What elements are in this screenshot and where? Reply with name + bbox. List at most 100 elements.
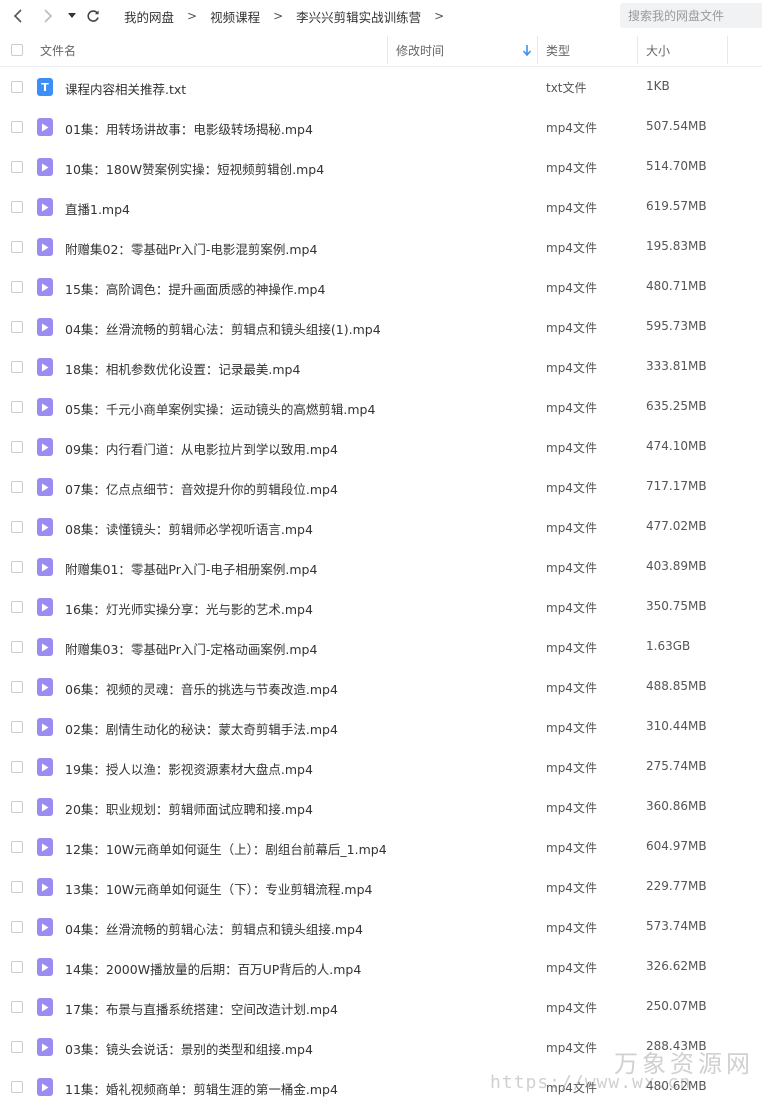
row-checkbox[interactable] (11, 321, 23, 333)
row-checkbox[interactable] (11, 441, 23, 453)
column-header-type[interactable]: 类型 (546, 34, 570, 66)
row-checkbox[interactable] (11, 241, 23, 253)
file-name[interactable]: 04集：丝滑流畅的剪辑心法：剪辑点和镜头组接.mp4 (65, 919, 363, 938)
file-name[interactable]: 直播1.mp4 (65, 199, 130, 218)
row-checkbox[interactable] (11, 1041, 23, 1053)
file-name[interactable]: 15集：高阶调色：提升画面质感的神操作.mp4 (65, 279, 325, 298)
column-divider[interactable] (727, 36, 728, 64)
file-name[interactable]: 07集：亿点点细节：音效提升你的剪辑段位.mp4 (65, 479, 338, 498)
file-name[interactable]: 附赠集01：零基础Pr入门-电子相册案例.mp4 (65, 559, 317, 578)
file-row[interactable]: 附赠集02：零基础Pr入门-电影混剪案例.mp4 mp4文件 195.83MB (0, 227, 762, 267)
column-header-name[interactable]: 文件名 (40, 34, 76, 66)
file-row[interactable]: 直播1.mp4 mp4文件 619.57MB (0, 187, 762, 227)
row-checkbox[interactable] (11, 961, 23, 973)
file-size: 1KB (646, 79, 670, 93)
column-header-modified[interactable]: 修改时间 (396, 34, 444, 66)
column-divider[interactable] (387, 36, 388, 64)
file-name[interactable]: 02集：剧情生动化的秘诀：蒙太奇剪辑手法.mp4 (65, 719, 338, 738)
file-row[interactable]: T 课程内容相关推荐.txt txt文件 1KB (0, 67, 762, 107)
row-checkbox[interactable] (11, 881, 23, 893)
select-all-checkbox[interactable] (11, 44, 23, 56)
back-icon[interactable] (10, 6, 26, 26)
row-checkbox[interactable] (11, 281, 23, 293)
file-row[interactable]: 16集：灯光师实操分享：光与影的艺术.mp4 mp4文件 350.75MB (0, 587, 762, 627)
row-checkbox[interactable] (11, 401, 23, 413)
file-name[interactable]: 20集：职业规划：剪辑师面试应聘和接.mp4 (65, 799, 313, 818)
breadcrumb-item-my-drive[interactable]: 我的网盘 (124, 7, 174, 26)
file-name[interactable]: 课程内容相关推荐.txt (65, 79, 186, 98)
file-row[interactable]: 10集：180W赞案例实操：短视频剪辑创.mp4 mp4文件 514.70MB (0, 147, 762, 187)
file-row[interactable]: 附赠集01：零基础Pr入门-电子相册案例.mp4 mp4文件 403.89MB (0, 547, 762, 587)
row-checkbox[interactable] (11, 1081, 23, 1093)
row-checkbox[interactable] (11, 521, 23, 533)
file-row[interactable]: 08集：读懂镜头：剪辑师必学视听语言.mp4 mp4文件 477.02MB (0, 507, 762, 547)
file-name[interactable]: 18集：相机参数优化设置：记录最美.mp4 (65, 359, 300, 378)
file-row[interactable]: 09集：内行看门道：从电影拉片到学以致用.mp4 mp4文件 474.10MB (0, 427, 762, 467)
file-row[interactable]: 17集：布景与直播系统搭建：空间改造计划.mp4 mp4文件 250.07MB (0, 987, 762, 1027)
column-header-size[interactable]: 大小 (646, 34, 670, 66)
file-row[interactable]: 02集：剧情生动化的秘诀：蒙太奇剪辑手法.mp4 mp4文件 310.44MB (0, 707, 762, 747)
row-checkbox[interactable] (11, 161, 23, 173)
file-row[interactable]: 04集：丝滑流畅的剪辑心法：剪辑点和镜头组接(1).mp4 mp4文件 595.73… (0, 307, 762, 347)
file-row[interactable]: 12集：10W元商单如何诞生（上）：剧组台前幕后_1.mp4 mp4文件 604.9… (0, 827, 762, 867)
file-name[interactable]: 03集：镜头会说话：景别的类型和组接.mp4 (65, 1039, 313, 1058)
row-checkbox[interactable] (11, 201, 23, 213)
file-row[interactable]: 06集：视频的灵魂：音乐的挑选与节奏改造.mp4 mp4文件 488.85MB (0, 667, 762, 707)
file-name[interactable]: 11集：婚礼视频商单：剪辑生涯的第一桶金.mp4 (65, 1079, 338, 1098)
file-row[interactable]: 13集：10W元商单如何诞生（下）：专业剪辑流程.mp4 mp4文件 229.77M… (0, 867, 762, 907)
file-row[interactable]: 14集：2000W播放量的后期：百万UP背后的人.mp4 mp4文件 326.62M… (0, 947, 762, 987)
file-name[interactable]: 17集：布景与直播系统搭建：空间改造计划.mp4 (65, 999, 338, 1018)
row-checkbox[interactable] (11, 801, 23, 813)
file-row[interactable]: 07集：亿点点细节：音效提升你的剪辑段位.mp4 mp4文件 717.17MB (0, 467, 762, 507)
row-checkbox[interactable] (11, 641, 23, 653)
row-checkbox[interactable] (11, 361, 23, 373)
search-input[interactable] (620, 3, 762, 28)
file-row[interactable]: 05集：千元小商单案例实操：运动镜头的高燃剪辑.mp4 mp4文件 635.25MB (0, 387, 762, 427)
file-name[interactable]: 08集：读懂镜头：剪辑师必学视听语言.mp4 (65, 519, 313, 538)
row-checkbox[interactable] (11, 761, 23, 773)
file-name[interactable]: 13集：10W元商单如何诞生（下）：专业剪辑流程.mp4 (65, 879, 372, 898)
file-name[interactable]: 19集：授人以渔：影视资源素材大盘点.mp4 (65, 759, 313, 778)
file-row[interactable]: 19集：授人以渔：影视资源素材大盘点.mp4 mp4文件 275.74MB (0, 747, 762, 787)
sort-descending-icon[interactable] (522, 44, 532, 59)
breadcrumb-item-current-folder[interactable]: 李兴兴剪辑实战训练营 (296, 7, 421, 26)
row-checkbox[interactable] (11, 921, 23, 933)
file-row[interactable]: 04集：丝滑流畅的剪辑心法：剪辑点和镜头组接.mp4 mp4文件 573.74MB (0, 907, 762, 947)
file-name[interactable]: 14集：2000W播放量的后期：百万UP背后的人.mp4 (65, 959, 361, 978)
file-name[interactable]: 16集：灯光师实操分享：光与影的艺术.mp4 (65, 599, 313, 618)
row-checkbox[interactable] (11, 81, 23, 93)
file-type: mp4文件 (546, 401, 597, 415)
file-row[interactable]: 01集：用转场讲故事：电影级转场揭秘.mp4 mp4文件 507.54MB (0, 107, 762, 147)
file-name[interactable]: 10集：180W赞案例实操：短视频剪辑创.mp4 (65, 159, 324, 178)
row-checkbox[interactable] (11, 841, 23, 853)
file-row[interactable]: 15集：高阶调色：提升画面质感的神操作.mp4 mp4文件 480.71MB (0, 267, 762, 307)
column-divider[interactable] (637, 36, 638, 64)
file-size: 250.07MB (646, 999, 707, 1013)
history-dropdown-icon[interactable] (66, 6, 78, 26)
column-divider[interactable] (537, 36, 538, 64)
file-name[interactable]: 05集：千元小商单案例实操：运动镜头的高燃剪辑.mp4 (65, 399, 375, 418)
file-type: mp4文件 (546, 481, 597, 495)
file-name[interactable]: 12集：10W元商单如何诞生（上）：剧组台前幕后_1.mp4 (65, 839, 387, 858)
file-name[interactable]: 01集：用转场讲故事：电影级转场揭秘.mp4 (65, 119, 313, 138)
refresh-icon[interactable] (84, 6, 102, 26)
file-name[interactable]: 附赠集03：零基础Pr入门-定格动画案例.mp4 (65, 639, 317, 658)
forward-icon[interactable] (40, 6, 56, 26)
file-row[interactable]: 20集：职业规划：剪辑师面试应聘和接.mp4 mp4文件 360.86MB (0, 787, 762, 827)
row-checkbox[interactable] (11, 681, 23, 693)
file-size: 326.62MB (646, 959, 707, 973)
row-checkbox[interactable] (11, 1001, 23, 1013)
row-checkbox[interactable] (11, 721, 23, 733)
row-checkbox[interactable] (11, 481, 23, 493)
file-name[interactable]: 04集：丝滑流畅的剪辑心法：剪辑点和镜头组接(1).mp4 (65, 319, 381, 338)
row-checkbox[interactable] (11, 601, 23, 613)
row-checkbox[interactable] (11, 121, 23, 133)
file-row[interactable]: 附赠集03：零基础Pr入门-定格动画案例.mp4 mp4文件 1.63GB (0, 627, 762, 667)
video-file-icon (37, 678, 53, 696)
file-name[interactable]: 06集：视频的灵魂：音乐的挑选与节奏改造.mp4 (65, 679, 338, 698)
row-checkbox[interactable] (11, 561, 23, 573)
file-name[interactable]: 09集：内行看门道：从电影拉片到学以致用.mp4 (65, 439, 338, 458)
file-name[interactable]: 附赠集02：零基础Pr入门-电影混剪案例.mp4 (65, 239, 317, 258)
file-row[interactable]: 18集：相机参数优化设置：记录最美.mp4 mp4文件 333.81MB (0, 347, 762, 387)
breadcrumb-item-video-courses[interactable]: 视频课程 (210, 7, 260, 26)
